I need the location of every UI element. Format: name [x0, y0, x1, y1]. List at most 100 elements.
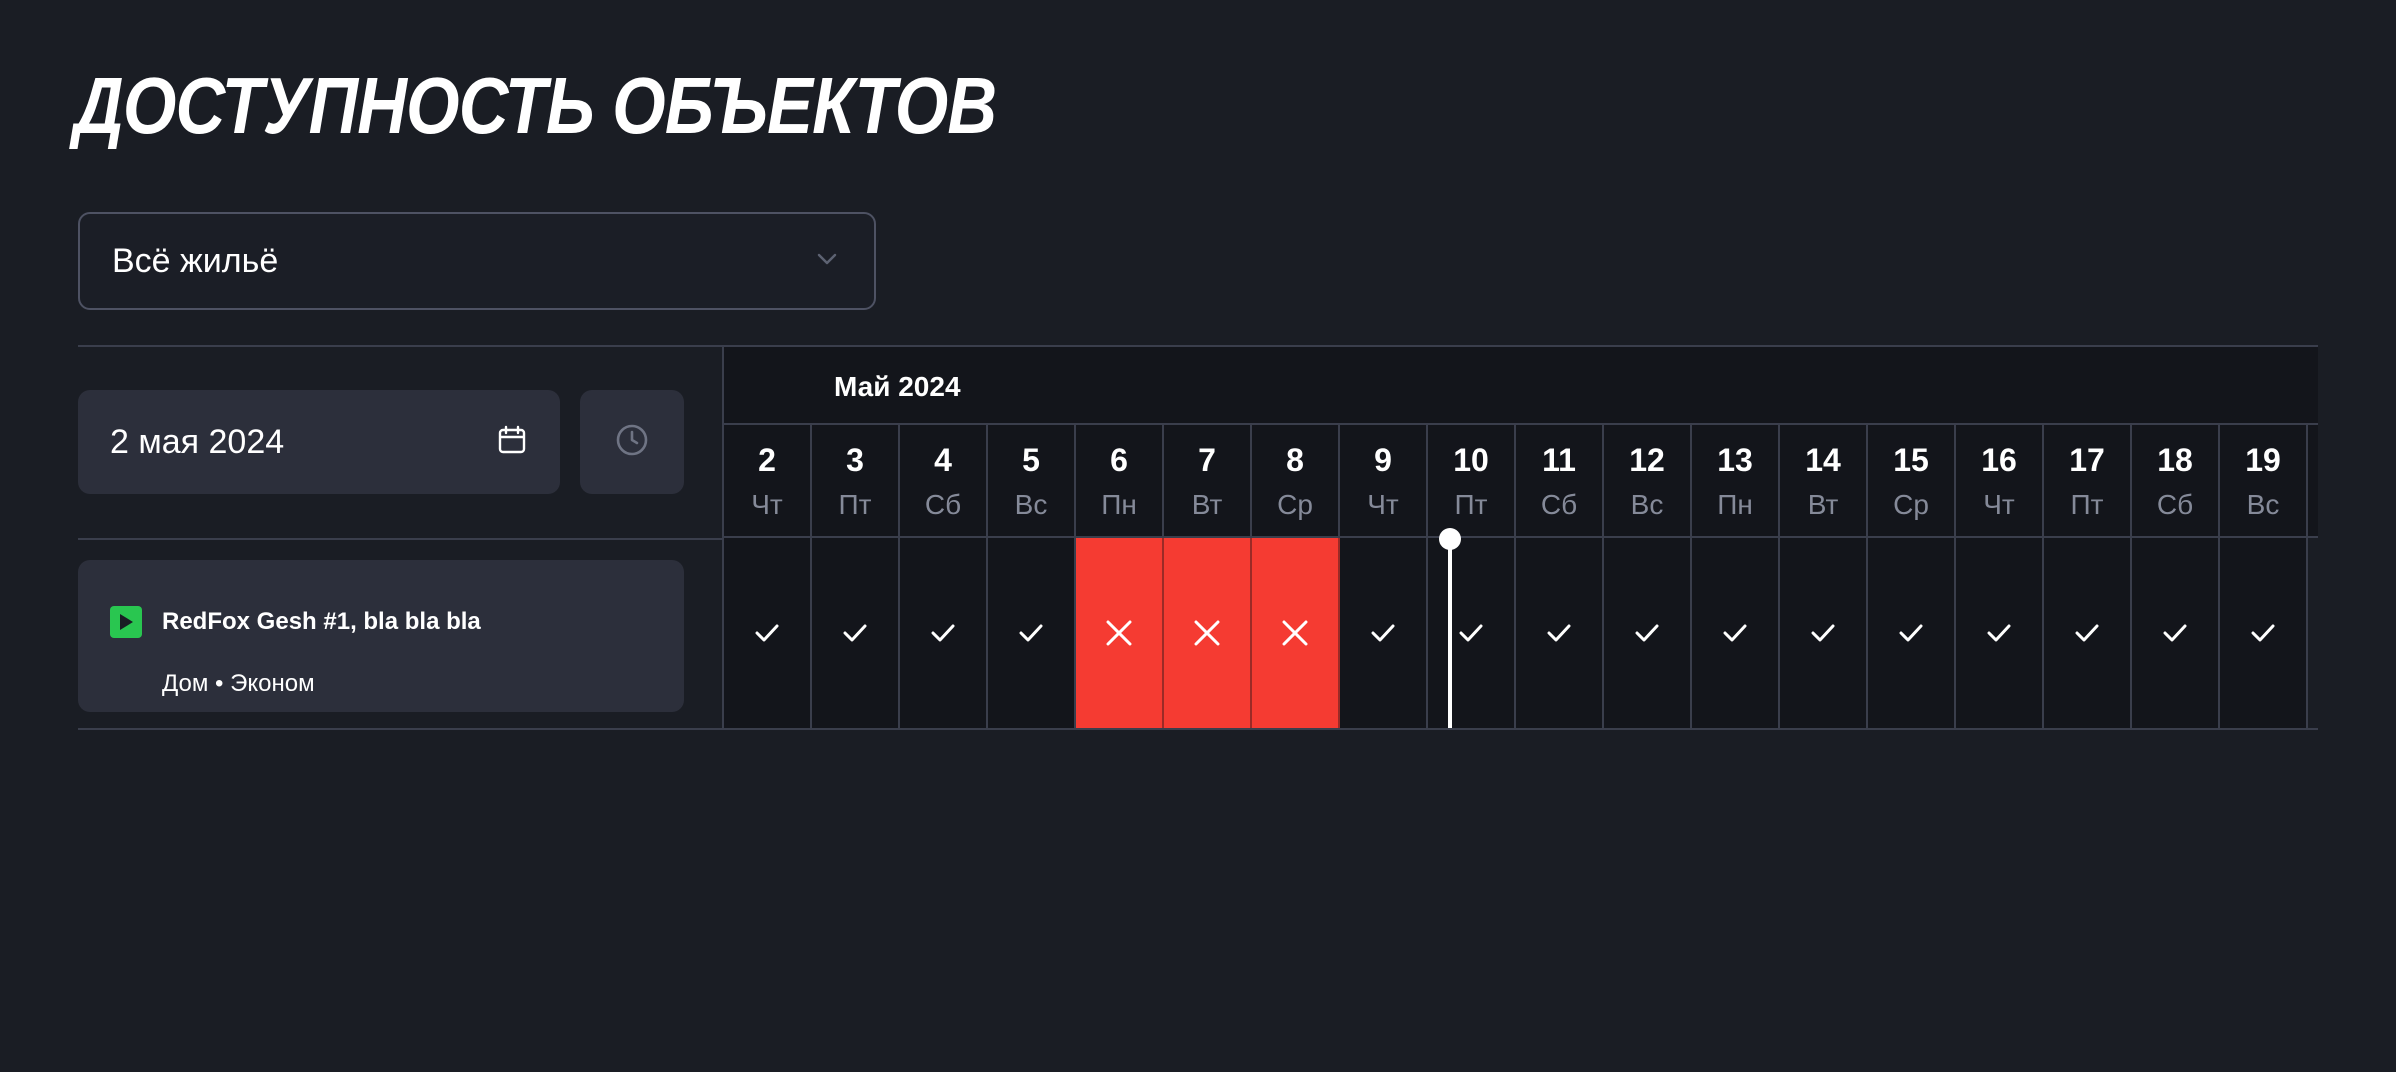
day-weekday: Пт [2070, 489, 2104, 520]
chevron-down-icon [812, 244, 842, 279]
day-header: 18 Сб [2132, 425, 2220, 536]
day-number: 13 [1717, 442, 1753, 478]
pane-divider [78, 538, 722, 540]
day-header: 19 Вс [2220, 425, 2308, 536]
object-name: RedFox Gesh #1, bla bla bla [162, 608, 481, 635]
day-weekday: Ср [1277, 489, 1313, 520]
available-cell[interactable] [900, 538, 988, 728]
check-icon [2161, 619, 2189, 647]
available-cell[interactable] [812, 538, 900, 728]
day-number: 11 [1542, 442, 1576, 478]
month-bar: Май 2024 [724, 347, 2318, 425]
check-icon [2249, 619, 2277, 647]
day-header: 13 Пн [1692, 425, 1780, 536]
day-header: 6 Пн [1076, 425, 1164, 536]
available-cell[interactable] [1956, 538, 2044, 728]
check-icon [1985, 619, 2013, 647]
check-icon [1633, 619, 1661, 647]
day-number: 5 [1022, 442, 1040, 478]
available-cell[interactable] [2132, 538, 2220, 728]
available-cell[interactable] [1868, 538, 1956, 728]
day-number: 18 [2157, 442, 2193, 478]
day-number: 9 [1374, 442, 1392, 478]
day-header: 15 Ср [1868, 425, 1956, 536]
day-weekday: Вт [1807, 489, 1839, 520]
object-subtitle: Дом • Эконом [162, 670, 315, 697]
check-icon [1457, 619, 1485, 647]
time-button[interactable] [580, 390, 684, 494]
day-header: 16 Чт [1956, 425, 2044, 536]
available-cell[interactable] [2044, 538, 2132, 728]
property-filter-select[interactable]: Всё жильё [78, 212, 876, 310]
availability-row [724, 538, 2318, 728]
check-icon [1809, 619, 1837, 647]
check-icon [1369, 619, 1397, 647]
cross-icon [1279, 617, 1311, 649]
clock-icon [614, 422, 650, 463]
day-number: 3 [846, 442, 864, 478]
today-marker-dot [1439, 528, 1461, 550]
day-weekday: Вт [1191, 489, 1223, 520]
day-weekday: Сб [924, 489, 962, 520]
booked-cell[interactable] [1252, 538, 1340, 728]
day-weekday: Пт [838, 489, 872, 520]
day-header: 12 Вс [1604, 425, 1692, 536]
scheduler-left-pane: 2 мая 2024 RedFox Gesh #1, bla bla bla Д… [78, 347, 724, 728]
available-cell[interactable] [988, 538, 1076, 728]
day-header: 2 Чт [724, 425, 812, 536]
day-number: 16 [1981, 442, 2017, 478]
day-header: 11 Сб [1516, 425, 1604, 536]
day-number: 2 [758, 442, 776, 478]
available-cell[interactable] [1428, 538, 1516, 728]
check-icon [929, 619, 957, 647]
days-header: 2 Чт 3 Пт 4 Сб 5 Вс 6 Пн 7 Вт 8 Ср 9 Чт 10 Пт 11 Сб 12 Вс 13 Пн… [724, 425, 2318, 538]
cross-icon [1191, 617, 1223, 649]
day-weekday: Вс [1630, 489, 1664, 520]
available-cell[interactable] [1604, 538, 1692, 728]
day-weekday: Сб [2156, 489, 2194, 520]
day-number: 14 [1805, 442, 1841, 478]
day-number: 4 [934, 442, 952, 478]
day-header: 7 Вт [1164, 425, 1252, 536]
day-header: 5 Вс [988, 425, 1076, 536]
date-picker-value: 2 мая 2024 [110, 422, 285, 461]
property-filter-value: Всё жильё [112, 241, 279, 280]
day-weekday: Вс [2246, 489, 2280, 520]
day-header: 17 Пт [2044, 425, 2132, 536]
page-title: ДОСТУПНОСТЬ ОБЪЕКТОВ [74, 61, 997, 150]
day-header: 14 Вт [1780, 425, 1868, 536]
check-icon [1017, 619, 1045, 647]
day-weekday: Чт [1367, 489, 1399, 520]
day-header: 3 Пт [812, 425, 900, 536]
day-number: 12 [1629, 442, 1665, 478]
day-number: 7 [1198, 442, 1216, 478]
day-weekday: Вс [1014, 489, 1048, 520]
date-picker-field[interactable]: 2 мая 2024 [78, 390, 560, 494]
calendar-icon [496, 424, 528, 461]
play-icon [110, 606, 142, 638]
available-cell[interactable] [1780, 538, 1868, 728]
today-marker-line [1448, 537, 1452, 728]
booked-cell[interactable] [1164, 538, 1252, 728]
booked-cell[interactable] [1076, 538, 1164, 728]
available-cell[interactable] [1516, 538, 1604, 728]
day-number: 19 [2245, 442, 2281, 478]
check-icon [841, 619, 869, 647]
availability-page: ДОСТУПНОСТЬ ОБЪЕКТОВ Всё жильё 2 мая 202… [0, 0, 2396, 1072]
day-weekday: Ср [1893, 489, 1929, 520]
available-cell[interactable] [1692, 538, 1780, 728]
object-card[interactable]: RedFox Gesh #1, bla bla bla Дом • Эконом [78, 560, 684, 712]
day-weekday: Пн [1101, 489, 1137, 520]
day-header: 10 Пт [1428, 425, 1516, 536]
day-number: 8 [1286, 442, 1304, 478]
available-cell[interactable] [2220, 538, 2308, 728]
day-header: 8 Ср [1252, 425, 1340, 536]
day-number: 15 [1893, 442, 1929, 478]
day-number: 6 [1110, 442, 1128, 478]
day-weekday: Чт [1983, 489, 2015, 520]
available-cell[interactable] [724, 538, 812, 728]
day-header: 4 Сб [900, 425, 988, 536]
day-weekday: Сб [1540, 489, 1578, 520]
check-icon [1721, 619, 1749, 647]
available-cell[interactable] [1340, 538, 1428, 728]
